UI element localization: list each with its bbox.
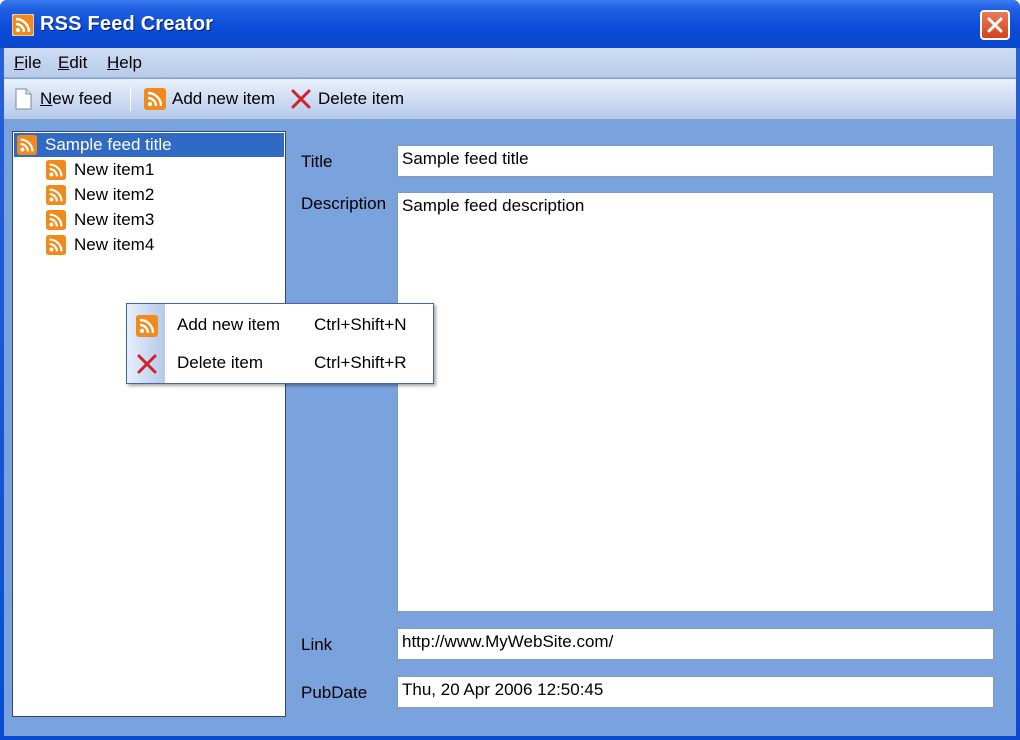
context-add-new-item[interactable]: Add new item Ctrl+Shift+N [127, 306, 433, 344]
pubdate-label: PubDate [301, 683, 368, 702]
tree-item[interactable]: New item1 [46, 158, 154, 182]
tree-root-node[interactable]: Sample feed title [14, 133, 284, 157]
client-area: File Edit Help New feed Add new item Del… [4, 48, 1016, 736]
menu-edit[interactable]: Edit [58, 53, 87, 73]
context-item-label: Add new item [177, 315, 280, 334]
rss-icon [46, 160, 66, 180]
window-title: RSS Feed Creator [40, 13, 214, 35]
link-field[interactable]: http://www.MyWebSite.com/ [397, 628, 994, 660]
rss-icon [46, 185, 66, 205]
rss-icon [144, 88, 166, 110]
description-field[interactable]: Sample feed description [397, 192, 994, 612]
description-label: Description [301, 194, 387, 213]
rss-icon [12, 14, 34, 36]
context-item-shortcut: Ctrl+Shift+N [314, 315, 407, 334]
context-delete-item[interactable]: Delete item Ctrl+Shift+R [127, 344, 433, 382]
pubdate-field[interactable]: Thu, 20 Apr 2006 12:50:45 [397, 676, 994, 708]
title-bar[interactable]: RSS Feed Creator [0, 0, 1020, 48]
link-label: Link [301, 635, 333, 654]
delete-x-icon [291, 89, 311, 109]
new-feed-button[interactable]: New feed [12, 86, 112, 112]
delete-x-icon [137, 354, 157, 374]
tree-item[interactable]: New item3 [46, 208, 154, 232]
toolbar: New feed Add new item Delete item [4, 79, 1016, 119]
tree-item[interactable]: New item4 [46, 233, 154, 257]
add-new-item-button[interactable]: Add new item [144, 86, 275, 112]
toolbar-separator [130, 87, 131, 111]
menu-bar: File Edit Help [4, 48, 1016, 78]
rss-icon [46, 210, 66, 230]
close-button[interactable] [980, 10, 1010, 40]
context-item-shortcut: Ctrl+Shift+R [314, 353, 407, 372]
rss-icon [17, 135, 37, 155]
menu-help[interactable]: Help [107, 53, 142, 73]
feed-tree[interactable]: Sample feed title New item1 New item2 Ne… [12, 131, 286, 717]
close-icon [987, 17, 1003, 33]
menu-file[interactable]: File [14, 53, 41, 73]
rss-icon [136, 315, 158, 337]
tree-item[interactable]: New item2 [46, 183, 154, 207]
title-label: Title [301, 152, 333, 171]
delete-item-button[interactable]: Delete item [290, 86, 404, 112]
context-item-label: Delete item [177, 353, 263, 372]
new-document-icon [15, 88, 32, 110]
context-menu: Add new item Ctrl+Shift+N Delete item Ct… [126, 303, 434, 384]
rss-icon [46, 235, 66, 255]
title-field[interactable]: Sample feed title [397, 145, 994, 177]
